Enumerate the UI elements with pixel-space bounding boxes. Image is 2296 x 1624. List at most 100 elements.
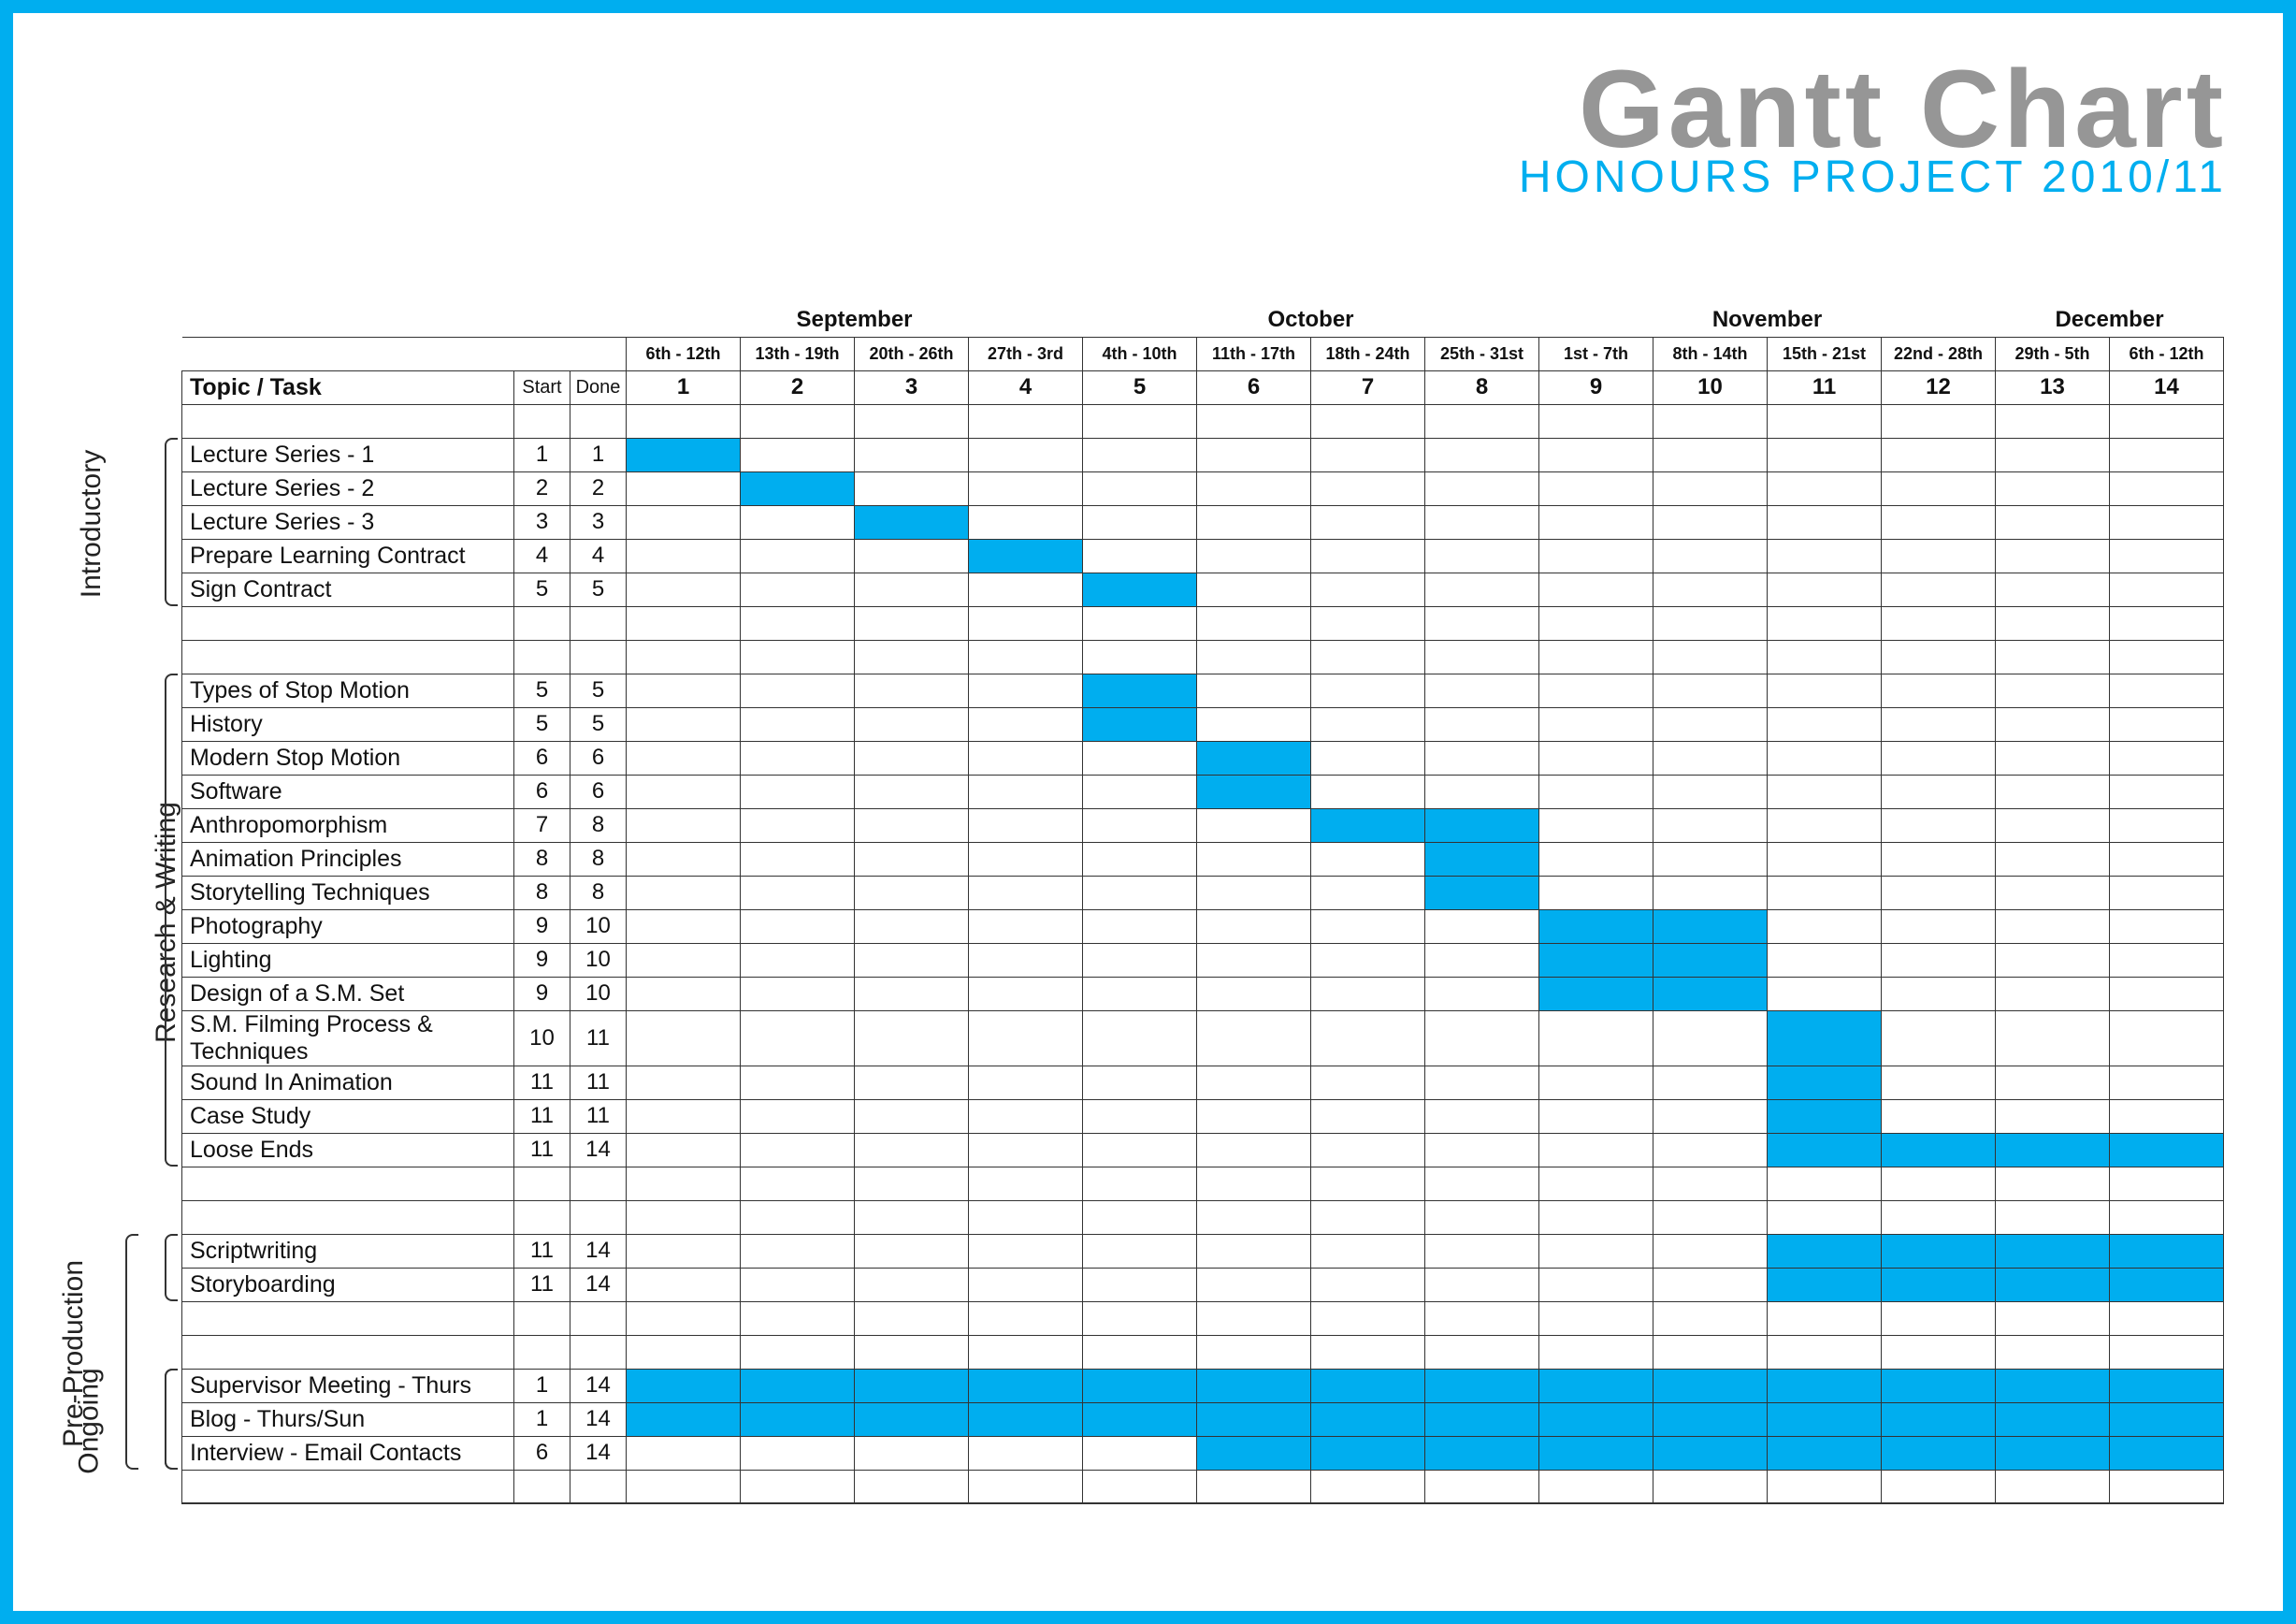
- week-number: 10: [1653, 370, 1768, 404]
- task-start: 3: [514, 505, 570, 539]
- task-name: History: [182, 707, 514, 741]
- gantt-bar: [1768, 1268, 1882, 1301]
- gantt-bar: [627, 1369, 741, 1402]
- task-start: 6: [514, 775, 570, 808]
- gantt-bar: [855, 1369, 969, 1402]
- gantt-bar: [1083, 1402, 1197, 1436]
- week-number: 2: [741, 370, 855, 404]
- gantt-bar: [1768, 1402, 1882, 1436]
- gantt-bar: [1539, 1436, 1653, 1470]
- week-number: 9: [1539, 370, 1653, 404]
- task-row: Lecture Series - 111: [182, 438, 2224, 471]
- gantt-bar: [1539, 943, 1653, 977]
- task-start: 2: [514, 471, 570, 505]
- gantt-bar: [1768, 1369, 1882, 1402]
- week-range: 11th - 17th: [1197, 337, 1311, 370]
- task-done: 5: [570, 674, 627, 707]
- week-range: 4th - 10th: [1083, 337, 1197, 370]
- gantt-bar: [1768, 1099, 1882, 1133]
- gantt-bar: [1882, 1369, 1996, 1402]
- week-range: 8th - 14th: [1653, 337, 1768, 370]
- gantt-bar: [1882, 1402, 1996, 1436]
- gantt-bar: [969, 1402, 1083, 1436]
- gantt-bar: [2110, 1369, 2224, 1402]
- month-header: October: [1083, 303, 1539, 337]
- gantt-bar: [1197, 1369, 1311, 1402]
- week-range: 18th - 24th: [1311, 337, 1425, 370]
- task-done: 14: [570, 1133, 627, 1167]
- task-name: Storyboarding: [182, 1268, 514, 1301]
- gantt-bar: [1996, 1268, 2110, 1301]
- task-start: 1: [514, 438, 570, 471]
- month-header: September: [627, 303, 1083, 337]
- task-row: Sign Contract55: [182, 573, 2224, 606]
- gantt-bar: [1768, 1133, 1882, 1167]
- task-start: 9: [514, 977, 570, 1010]
- task-row: History55: [182, 707, 2224, 741]
- chart-title: Gantt Chart: [1519, 60, 2227, 159]
- task-name: Lighting: [182, 943, 514, 977]
- task-done: 1: [570, 438, 627, 471]
- task-done: 8: [570, 842, 627, 876]
- gantt-chart: IntroductoryResearch & WritingPre-Produc…: [79, 303, 2245, 1504]
- task-row: S.M. Filming Process & Techniques1011: [182, 1010, 2224, 1066]
- week-range: 20th - 26th: [855, 337, 969, 370]
- gantt-bar: [1083, 707, 1197, 741]
- week-range: 22nd - 28th: [1882, 337, 1996, 370]
- task-row: Blog - Thurs/Sun114: [182, 1402, 2224, 1436]
- task-done: 14: [570, 1268, 627, 1301]
- gantt-bar: [1996, 1234, 2110, 1268]
- task-done: 14: [570, 1234, 627, 1268]
- gantt-bar: [1539, 1402, 1653, 1436]
- gantt-bar: [1768, 1234, 1882, 1268]
- task-name: Loose Ends: [182, 1133, 514, 1167]
- task-done: 4: [570, 539, 627, 573]
- task-done: 5: [570, 707, 627, 741]
- task-row: Case Study1111: [182, 1099, 2224, 1133]
- gantt-bar: [1996, 1369, 2110, 1402]
- gantt-bar: [969, 539, 1083, 573]
- gantt-bar: [1197, 1436, 1311, 1470]
- task-start: 5: [514, 573, 570, 606]
- col-header-done: Done: [570, 370, 627, 404]
- gantt-bar: [1768, 1010, 1882, 1066]
- task-done: 10: [570, 977, 627, 1010]
- week-range: 25th - 31st: [1425, 337, 1539, 370]
- task-row: Loose Ends1114: [182, 1133, 2224, 1167]
- task-name: Interview - Email Contacts: [182, 1436, 514, 1470]
- month-header: November: [1539, 303, 1996, 337]
- task-name: Sound In Animation: [182, 1066, 514, 1099]
- week-number: 8: [1425, 370, 1539, 404]
- gantt-bar: [741, 1369, 855, 1402]
- gantt-bar: [1197, 741, 1311, 775]
- gantt-bar: [1083, 674, 1197, 707]
- task-start: 10: [514, 1010, 570, 1066]
- task-row: Lighting910: [182, 943, 2224, 977]
- gantt-bar: [1425, 1436, 1539, 1470]
- task-name: Scriptwriting: [182, 1234, 514, 1268]
- gantt-table: SeptemberOctoberNovemberDecember6th - 12…: [181, 303, 2224, 1504]
- task-row: Supervisor Meeting - Thurs114: [182, 1369, 2224, 1402]
- task-done: 14: [570, 1436, 627, 1470]
- week-number: 1: [627, 370, 741, 404]
- gantt-bar: [1882, 1268, 1996, 1301]
- gantt-bar: [855, 505, 969, 539]
- task-start: 11: [514, 1268, 570, 1301]
- gantt-bar: [1653, 1436, 1768, 1470]
- section-bracket: [165, 674, 178, 1167]
- gantt-bar: [2110, 1436, 2224, 1470]
- task-done: 8: [570, 876, 627, 909]
- task-name: Modern Stop Motion: [182, 741, 514, 775]
- task-start: 7: [514, 808, 570, 842]
- task-row: Anthropomorphism78: [182, 808, 2224, 842]
- task-row: Sound In Animation1111: [182, 1066, 2224, 1099]
- task-name: Supervisor Meeting - Thurs: [182, 1369, 514, 1402]
- gantt-bar: [1425, 1369, 1539, 1402]
- gantt-bar: [1083, 1369, 1197, 1402]
- task-start: 11: [514, 1234, 570, 1268]
- task-start: 1: [514, 1369, 570, 1402]
- gantt-bar: [1996, 1402, 2110, 1436]
- task-start: 4: [514, 539, 570, 573]
- gantt-bar: [1996, 1436, 2110, 1470]
- gantt-bar: [1425, 808, 1539, 842]
